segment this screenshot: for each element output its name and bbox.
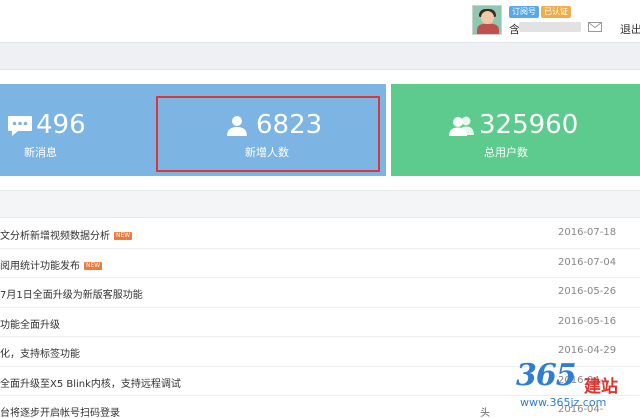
news-item[interactable]: 7月1日全面升级为新版客服功能 2016-05-26 bbox=[0, 278, 640, 308]
news-date: 2016-07-04 bbox=[558, 256, 617, 268]
news-title[interactable]: 全面升级至X5 Blink内核，支持远程调试 bbox=[0, 375, 181, 390]
stat-total-users[interactable]: 325960 总用户数 bbox=[391, 84, 640, 176]
nav-bar bbox=[0, 42, 640, 70]
watermark-head: 头 bbox=[480, 408, 490, 418]
news-date: 2016-05-16 bbox=[558, 315, 617, 327]
news-title[interactable]: 台将逐步开启帐号扫码登录 bbox=[0, 404, 120, 418]
stat-messages[interactable]: 496 新消息 bbox=[0, 84, 110, 176]
new-tag: NEW bbox=[84, 261, 103, 270]
verified-badge: 已认证 bbox=[541, 6, 571, 18]
news-title[interactable]: 7月1日全面升级为新版客服功能 bbox=[0, 286, 143, 301]
chat-icon bbox=[8, 116, 32, 136]
news-title[interactable]: 功能全面升级 bbox=[0, 316, 60, 331]
news-title[interactable]: 阅用统计功能发布 NEW bbox=[0, 257, 103, 272]
news-title[interactable]: 化，支持标签功能 bbox=[0, 345, 80, 360]
news-item[interactable]: 功能全面升级 2016-05-16 bbox=[0, 308, 640, 337]
news-list-header bbox=[0, 190, 640, 218]
highlight-annotation bbox=[156, 96, 380, 172]
news-date: 2016-07-18 bbox=[558, 227, 617, 238]
watermark-number: 365 bbox=[516, 358, 577, 393]
users-icon bbox=[449, 116, 474, 136]
news-date: 2016-05-26 bbox=[558, 286, 617, 297]
watermark-url: www.365jz.com bbox=[520, 396, 607, 409]
account-avatar[interactable] bbox=[472, 5, 502, 35]
mail-icon[interactable] bbox=[588, 22, 602, 32]
account-name-redacted bbox=[519, 22, 581, 32]
news-item[interactable]: 阅用统计功能发布 NEW 2016-07-04 bbox=[0, 249, 640, 278]
site-watermark: 365 建站 www.365jz.com 头 bbox=[480, 358, 640, 418]
messages-count: 496 bbox=[36, 110, 86, 140]
news-title[interactable]: 文分析新增视频数据分析 NEW bbox=[0, 227, 133, 242]
total-users-label: 总用户数 bbox=[484, 146, 528, 159]
messages-label: 新消息 bbox=[24, 146, 57, 159]
news-item[interactable]: 文分析新增视频数据分析 NEW 2016-07-18 bbox=[0, 219, 640, 249]
stats-card-green: 325960 总用户数 bbox=[391, 84, 640, 176]
news-date: 2016-04-29 bbox=[558, 345, 617, 356]
new-tag: NEW bbox=[114, 232, 133, 240]
watermark-name: 建站 bbox=[584, 377, 618, 397]
top-header: 订阅号 已认证 含 退出 bbox=[0, 0, 640, 42]
subscription-badge: 订阅号 bbox=[509, 6, 539, 18]
logout-link[interactable]: 退出 bbox=[620, 21, 640, 37]
total-users-count: 325960 bbox=[479, 110, 579, 140]
